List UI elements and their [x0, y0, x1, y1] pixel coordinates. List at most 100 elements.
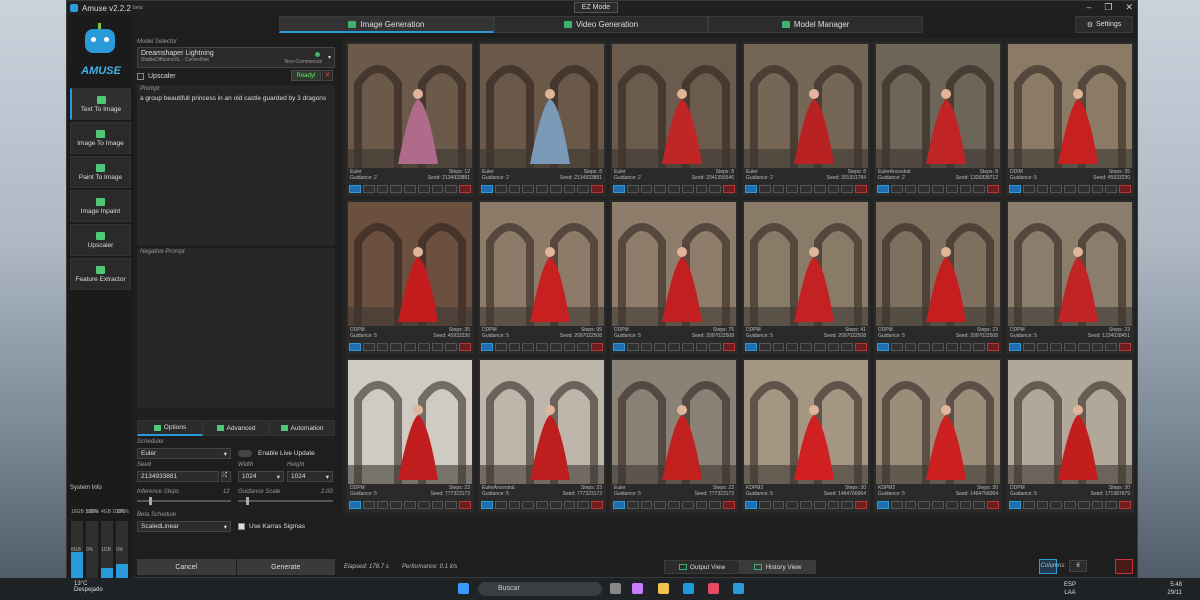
generated-image[interactable] — [876, 202, 1000, 326]
image-card[interactable]: DDPM Steps: 75 Guidance: 5 Seed: 2097022508 — [610, 200, 738, 354]
tab-automation[interactable]: Automation — [269, 420, 335, 436]
file-explorer-icon[interactable] — [658, 583, 669, 594]
negative-prompt-field[interactable]: Negative Prompt — [137, 248, 335, 408]
link-icon[interactable] — [932, 501, 944, 509]
link-icon[interactable] — [404, 343, 416, 351]
copy-icon[interactable] — [640, 343, 653, 351]
save-icon[interactable] — [877, 343, 889, 351]
edge-icon[interactable] — [683, 583, 694, 594]
taskbar-search[interactable]: Buscar — [478, 582, 602, 596]
task-view-icon[interactable] — [610, 583, 621, 594]
beta-schedule-select[interactable]: ScaledLinear ▾ — [137, 521, 231, 532]
image-icon[interactable] — [494, 501, 507, 509]
generated-image[interactable] — [1008, 202, 1132, 326]
delete-icon[interactable] — [1119, 185, 1132, 193]
delete-icon[interactable] — [987, 343, 1000, 351]
delete-icon[interactable] — [591, 343, 604, 351]
delete-icon[interactable] — [1119, 343, 1132, 351]
copy-icon[interactable] — [772, 343, 785, 351]
restore-icon[interactable]: ❐ — [1104, 2, 1112, 13]
expand-icon[interactable] — [841, 185, 854, 193]
delete-all-button[interactable] — [1115, 559, 1133, 574]
feature-icon[interactable] — [695, 343, 708, 351]
delete-icon[interactable] — [723, 501, 736, 509]
generated-image[interactable] — [480, 44, 604, 168]
expand-icon[interactable] — [445, 185, 458, 193]
close-icon[interactable]: ✕ — [1125, 2, 1133, 13]
feature-icon[interactable] — [827, 343, 840, 351]
save-icon[interactable] — [481, 185, 493, 193]
image-icon[interactable] — [1022, 185, 1035, 193]
cancel-button[interactable]: Cancel — [137, 559, 236, 575]
copilot-icon[interactable] — [632, 583, 643, 594]
save-icon[interactable] — [481, 343, 493, 351]
copy-icon[interactable] — [640, 501, 653, 509]
image-card[interactable]: Euler Steps: 8 Guidance: 2 Seed: 2134933881 — [478, 42, 606, 196]
generated-image[interactable] — [744, 44, 868, 168]
seed-input[interactable]: 2134933881 — [137, 471, 219, 482]
model-selector[interactable]: Dreamshaper Lightning StableDiffusionXL … — [137, 47, 335, 68]
copy-icon[interactable] — [1036, 501, 1049, 509]
image-card[interactable]: EulerAncestral Steps: 8 Guidance: 2 Seed: 1… — [874, 42, 1002, 196]
edit-icon[interactable] — [390, 501, 403, 509]
expand-icon[interactable] — [973, 185, 986, 193]
edit-icon[interactable] — [390, 185, 403, 193]
prompt-field[interactable]: Prompt a group beautifull princess in an… — [137, 85, 335, 245]
sidebar-item-image-to-image[interactable]: Image To Image — [70, 122, 131, 154]
edit-icon[interactable] — [918, 501, 931, 509]
save-icon[interactable] — [745, 185, 757, 193]
generated-image[interactable] — [744, 360, 868, 484]
delete-icon[interactable] — [591, 185, 604, 193]
upscale-icon[interactable] — [417, 501, 430, 509]
feature-icon[interactable] — [563, 185, 576, 193]
settings-button[interactable]: ⚙ Settings — [1075, 16, 1133, 33]
copy-icon[interactable] — [376, 185, 389, 193]
save-icon[interactable] — [349, 501, 361, 509]
expand-icon[interactable] — [973, 501, 986, 509]
link-icon[interactable] — [1064, 343, 1076, 351]
store-icon[interactable] — [708, 583, 719, 594]
tab-image-generation[interactable]: Image Generation — [279, 16, 494, 33]
image-card[interactable]: DDPM Steps: 41 Guidance: 5 Seed: 2097022508 — [742, 200, 870, 354]
expand-icon[interactable] — [841, 343, 854, 351]
edit-icon[interactable] — [390, 343, 403, 351]
save-icon[interactable] — [613, 185, 625, 193]
link-icon[interactable] — [536, 343, 548, 351]
delete-icon[interactable] — [855, 501, 868, 509]
expand-icon[interactable] — [709, 343, 722, 351]
image-icon[interactable] — [494, 343, 507, 351]
copy-icon[interactable] — [904, 185, 917, 193]
minimize-icon[interactable]: – — [1086, 2, 1091, 13]
tab-options[interactable]: Options — [137, 420, 203, 436]
weather-widget[interactable]: 13°C Despejado — [74, 581, 103, 593]
edit-icon[interactable] — [654, 501, 667, 509]
edit-icon[interactable] — [918, 343, 931, 351]
expand-icon[interactable] — [1105, 343, 1118, 351]
edit-icon[interactable] — [522, 185, 535, 193]
delete-icon[interactable] — [1119, 501, 1132, 509]
link-icon[interactable] — [1064, 185, 1076, 193]
image-card[interactable]: KDPM2 Steps: 30 Guidance: 5 Seed: 146476606… — [742, 358, 870, 512]
delete-icon[interactable] — [855, 343, 868, 351]
feature-icon[interactable] — [1091, 343, 1104, 351]
image-card[interactable]: DDPM Steps: 35 Guidance: 5 Seed: 45933230 — [346, 200, 474, 354]
generated-image[interactable] — [480, 202, 604, 326]
image-icon[interactable] — [758, 501, 771, 509]
save-icon[interactable] — [613, 501, 625, 509]
delete-icon[interactable] — [855, 185, 868, 193]
copy-icon[interactable] — [640, 185, 653, 193]
feature-icon[interactable] — [563, 343, 576, 351]
tab-video-generation[interactable]: Video Generation — [493, 16, 709, 33]
edit-icon[interactable] — [1050, 501, 1063, 509]
save-icon[interactable] — [1009, 185, 1021, 193]
copy-icon[interactable] — [772, 501, 785, 509]
expand-icon[interactable] — [1105, 185, 1118, 193]
feature-icon[interactable] — [695, 501, 708, 509]
unload-button[interactable]: ✕ — [322, 70, 333, 81]
ez-mode-button[interactable]: EZ Mode — [574, 2, 618, 13]
feature-icon[interactable] — [959, 501, 972, 509]
clock[interactable]: 5:48 29/11 — [1167, 581, 1182, 597]
expand-icon[interactable] — [709, 185, 722, 193]
generated-image[interactable] — [348, 360, 472, 484]
delete-icon[interactable] — [591, 501, 604, 509]
